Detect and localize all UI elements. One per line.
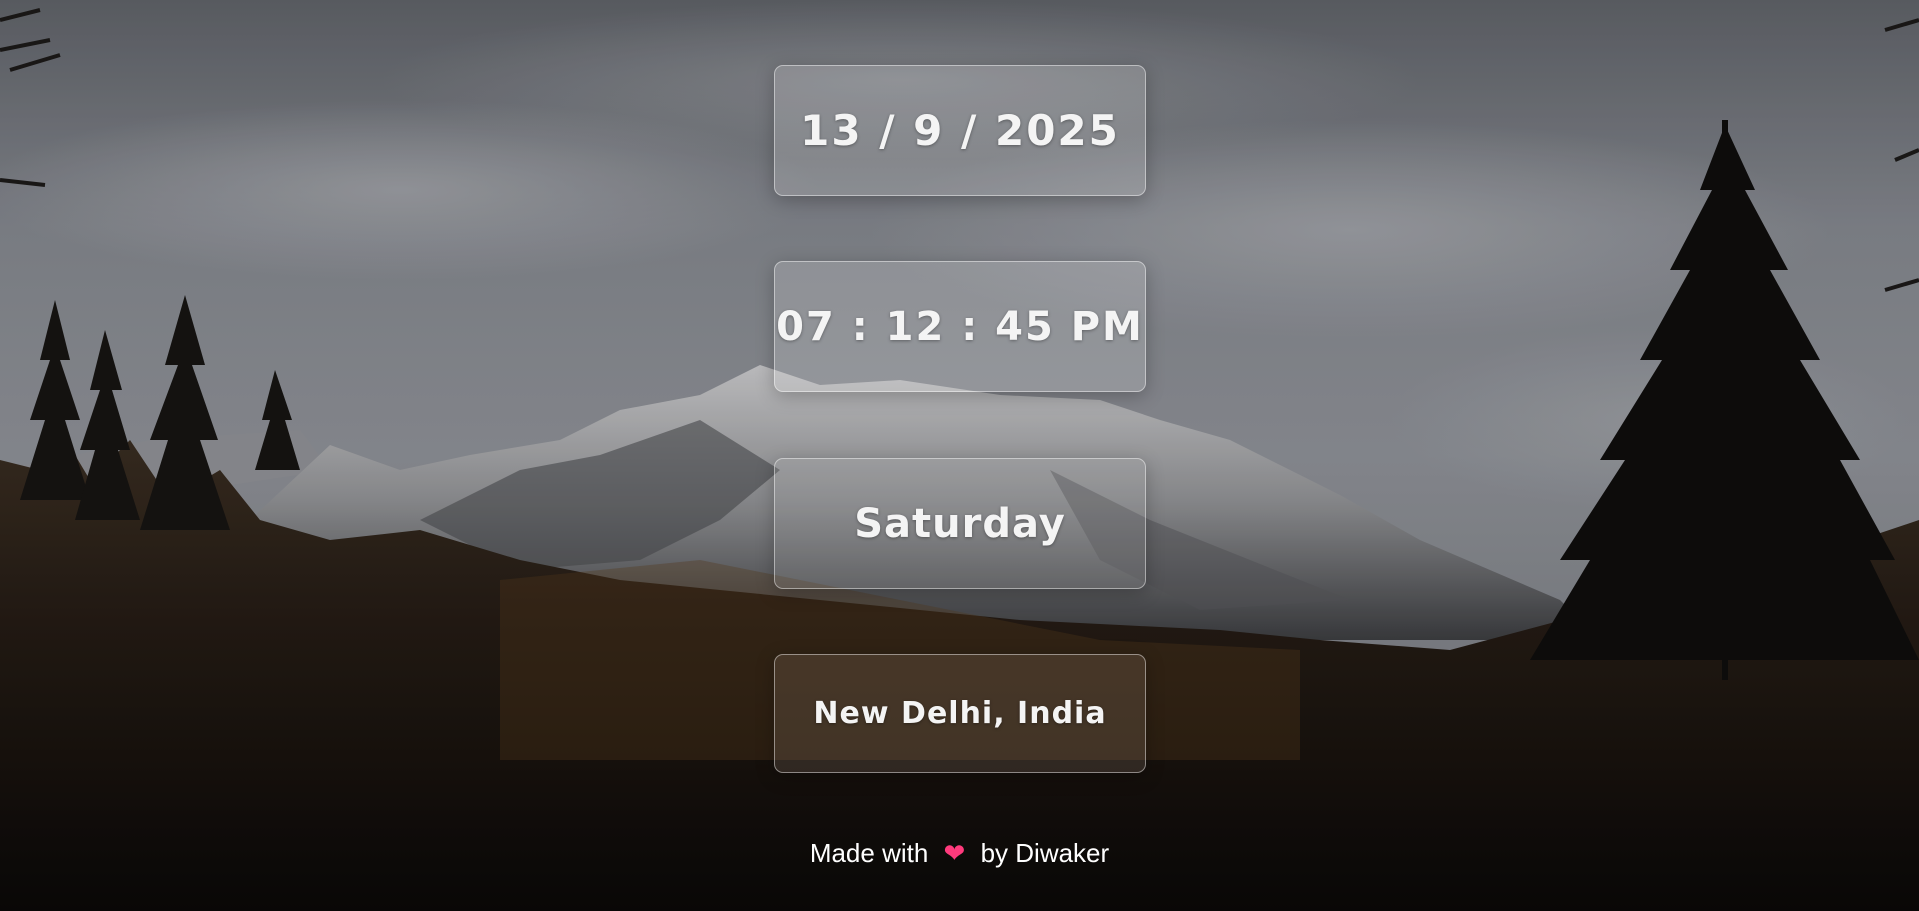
footer-suffix: by Diwaker [980, 838, 1110, 868]
time-display: 07 : 12 : 45 PM [774, 261, 1146, 392]
footer-credit: Made with ❤ by Diwaker [0, 838, 1919, 869]
footer-prefix: Made with [809, 838, 929, 868]
heart-icon: ❤ [943, 838, 966, 868]
date-display: 13 / 9 / 2025 [774, 65, 1146, 196]
day-text: Saturday [854, 500, 1066, 547]
location-text: New Delhi, India [813, 696, 1107, 731]
time-text: 07 : 12 : 45 PM [776, 303, 1144, 350]
date-text: 13 / 9 / 2025 [800, 106, 1120, 155]
day-display: Saturday [774, 458, 1146, 589]
app-root: 13 / 9 / 2025 07 : 12 : 45 PM Saturday N… [0, 0, 1919, 911]
location-display: New Delhi, India [774, 654, 1146, 773]
